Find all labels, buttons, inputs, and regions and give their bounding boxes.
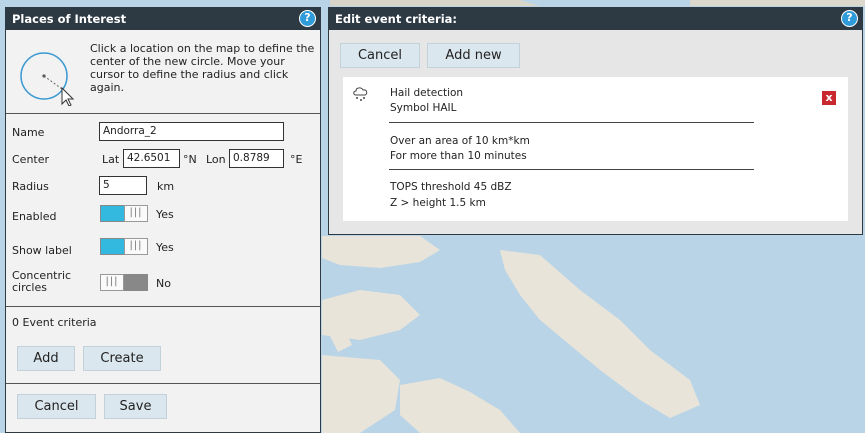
edit-event-criteria-panel: Edit event criteria: ? Cancel Add new Ha… xyxy=(328,7,863,235)
show-label-value: Yes xyxy=(156,241,174,254)
criterion-threshold: TOPS threshold 45 dBZ xyxy=(390,181,512,193)
help-icon[interactable]: ? xyxy=(299,10,316,27)
name-input[interactable]: Andorra_2 xyxy=(99,122,284,141)
divider xyxy=(389,122,754,123)
lat-label: Lat xyxy=(102,153,120,166)
lon-unit: °E xyxy=(290,153,303,166)
add-new-criteria-button[interactable]: Add new xyxy=(427,43,520,68)
divider xyxy=(6,306,320,307)
cancel-criteria-button[interactable]: Cancel xyxy=(340,43,420,68)
draw-circle-icon xyxy=(20,52,74,106)
poi-panel-title: Places of Interest xyxy=(12,12,127,26)
show-label-toggle[interactable]: ||| xyxy=(100,238,148,255)
instructions-section: Click a location on the map to define th… xyxy=(6,30,320,114)
delete-criterion-icon[interactable]: x xyxy=(822,91,836,105)
enabled-toggle[interactable]: ||| xyxy=(100,205,148,222)
toggle-knob: ||| xyxy=(100,274,124,291)
criterion-name: Hail detection xyxy=(390,87,464,99)
toggle-knob: ||| xyxy=(124,238,148,255)
criterion-duration: For more than 10 minutes xyxy=(390,150,527,162)
lat-unit: °N xyxy=(183,153,197,166)
criterion-card: Hail detection Symbol HAIL Over an area … xyxy=(343,77,848,221)
lat-input[interactable]: 42.6501 xyxy=(123,149,180,168)
radius-unit: km xyxy=(157,180,175,193)
lon-input[interactable]: 0.8789 xyxy=(229,149,284,168)
center-label: Center xyxy=(12,153,50,166)
radius-input[interactable]: 5 xyxy=(99,176,147,195)
poi-panel-header: Places of Interest ? xyxy=(6,8,320,30)
help-icon[interactable]: ? xyxy=(841,10,858,27)
hail-icon xyxy=(353,87,368,101)
concentric-circles-toggle[interactable]: ||| xyxy=(100,274,148,291)
criterion-height: Z > height 1.5 km xyxy=(390,197,486,209)
places-of-interest-panel: Places of Interest ? Click a location on… xyxy=(5,7,321,433)
event-panel-header: Edit event criteria: ? xyxy=(329,8,862,30)
save-button[interactable]: Save xyxy=(104,394,167,419)
create-button[interactable]: Create xyxy=(83,346,161,371)
lon-label: Lon xyxy=(206,153,226,166)
name-label: Name xyxy=(12,126,45,139)
divider xyxy=(6,383,320,384)
show-label-label: Show label xyxy=(12,244,72,257)
cancel-button[interactable]: Cancel xyxy=(17,394,96,419)
concentric-circles-label: Concentric circles xyxy=(12,269,72,294)
add-button[interactable]: Add xyxy=(17,346,75,371)
enabled-label: Enabled xyxy=(12,210,57,223)
toggle-knob: ||| xyxy=(124,205,148,222)
event-panel-title: Edit event criteria: xyxy=(335,12,458,26)
instructions-text: Click a location on the map to define th… xyxy=(90,42,315,94)
divider xyxy=(389,169,754,170)
enabled-value: Yes xyxy=(156,208,174,221)
concentric-circles-value: No xyxy=(156,277,171,290)
radius-label: Radius xyxy=(12,180,49,193)
event-criteria-count: 0 Event criteria xyxy=(12,316,97,329)
criterion-symbol: Symbol HAIL xyxy=(390,102,457,114)
criterion-area: Over an area of 10 km*km xyxy=(390,135,530,147)
